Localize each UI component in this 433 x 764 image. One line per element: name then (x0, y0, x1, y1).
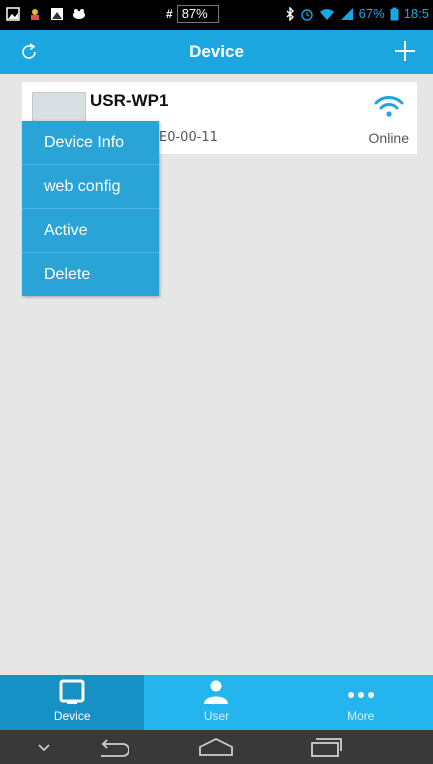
wifi-icon (374, 96, 404, 117)
device-name: USR-WP1 (90, 91, 169, 110)
chevron-down-icon[interactable] (36, 736, 52, 758)
clock: 18:5 (403, 6, 429, 21)
image-notification-icon (6, 7, 20, 21)
wifi-signal-icon (319, 8, 334, 20)
app-header: Device (0, 30, 433, 74)
device-mac: E0-00-11 (159, 130, 218, 145)
system-navigation-bar (0, 730, 433, 764)
tab-more-label: More (347, 709, 375, 723)
gallery-notification-icon (51, 8, 63, 20)
tab-more[interactable]: More (289, 675, 433, 730)
battery-icon (390, 7, 399, 20)
app-notification-icon (31, 9, 39, 20)
recent-apps-icon[interactable] (308, 736, 344, 758)
menu-item-device-info[interactable]: Device Info (22, 121, 159, 165)
alarm-icon (300, 8, 313, 21)
battery-percent-right: 67% (358, 6, 385, 21)
bottom-tab-bar: Device User More (0, 675, 433, 730)
plus-icon[interactable] (393, 39, 417, 63)
battery-percent-center: 87% (176, 5, 219, 23)
tab-device-label: Device (53, 709, 91, 723)
page-title: Device (189, 42, 244, 61)
menu-item-active[interactable]: Active (22, 209, 159, 253)
notification-icons (6, 7, 86, 21)
menu-item-web-config[interactable]: web config (22, 165, 159, 209)
device-status: Online (368, 130, 409, 146)
menu-item-delete[interactable]: Delete (22, 253, 159, 296)
battery-indicator-center: # 87% (166, 5, 219, 23)
back-icon[interactable] (95, 736, 129, 758)
device-context-menu: Device Info web config Active Delete (22, 121, 159, 296)
more-dots-icon (347, 692, 374, 698)
cell-signal-icon (340, 7, 353, 20)
tab-user[interactable]: User (144, 675, 288, 730)
tab-user-label: User (203, 709, 230, 723)
system-indicators: 67% 18:5 (285, 6, 429, 21)
bluetooth-icon (286, 6, 294, 21)
cat-notification-icon (73, 9, 85, 19)
user-icon (204, 680, 229, 704)
home-icon[interactable] (197, 736, 235, 758)
battery-grid-icon: # (166, 7, 173, 21)
tablet-icon (59, 679, 85, 704)
status-bar: # 87% 67% 18:5 (0, 0, 433, 30)
tab-device[interactable]: Device (0, 675, 145, 730)
